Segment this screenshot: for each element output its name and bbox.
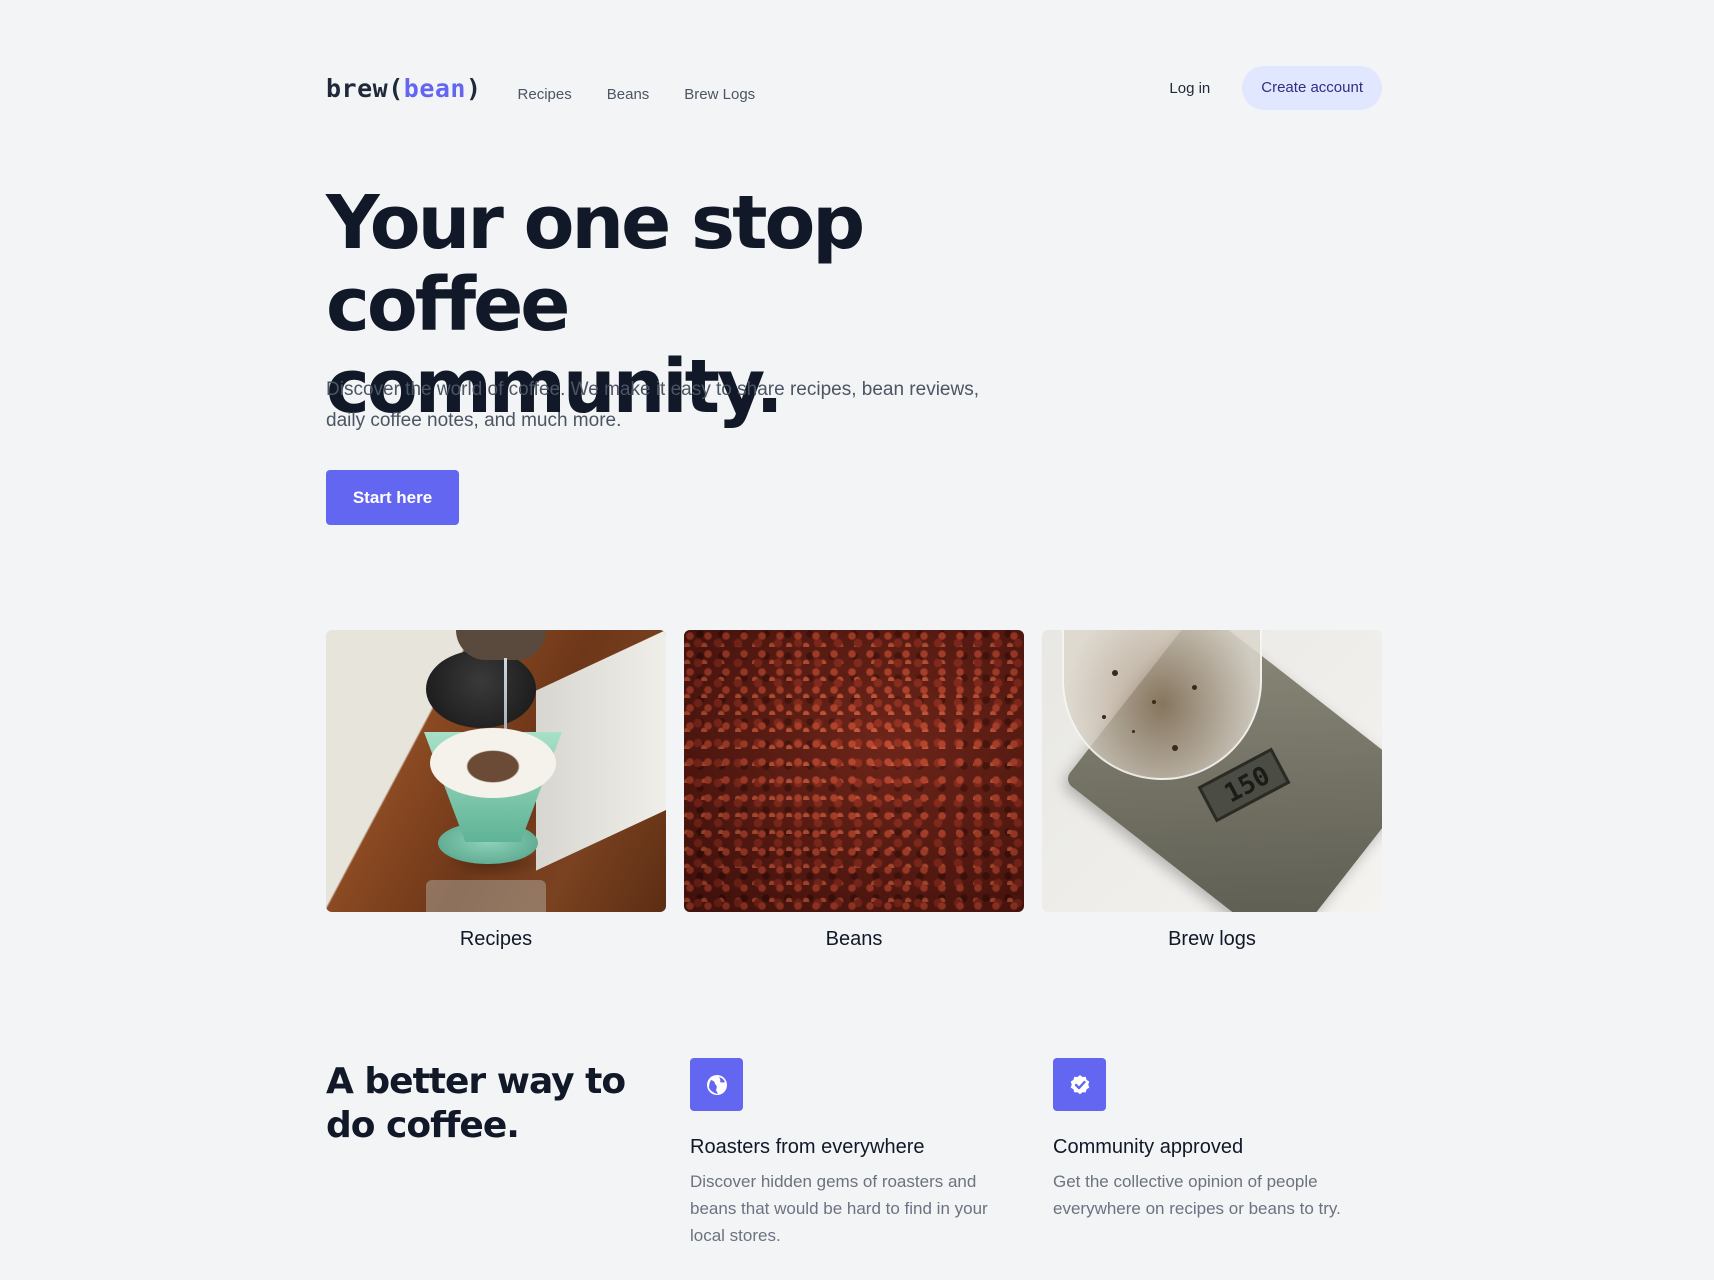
login-link[interactable]: Log in: [1169, 80, 1210, 97]
card-label-brew-logs: Brew logs: [1168, 928, 1256, 950]
category-cards: Recipes Beans 150 Brew logs: [326, 630, 1382, 951]
recipes-image: [326, 630, 666, 912]
nav-recipes[interactable]: Recipes: [518, 86, 572, 103]
logo-prefix: brew(: [326, 73, 404, 103]
start-here-button[interactable]: Start here: [326, 470, 459, 525]
card-brew-logs[interactable]: 150 Brew logs: [1042, 630, 1382, 951]
brew-logs-image: 150: [1042, 630, 1382, 912]
nav-brew-logs[interactable]: Brew Logs: [684, 86, 755, 103]
logo-suffix: ): [465, 73, 482, 103]
create-account-button[interactable]: Create account: [1242, 66, 1382, 110]
features-title: A better way to do coffee.: [326, 1060, 646, 1148]
feature-community: Community approved Get the collective op…: [1053, 1058, 1383, 1222]
logo[interactable]: brew(bean): [326, 74, 482, 103]
globe-icon: [690, 1058, 743, 1111]
card-label-recipes: Recipes: [459, 928, 533, 950]
feature-text: Discover hidden gems of roasters and bea…: [690, 1172, 988, 1245]
card-recipes[interactable]: Recipes: [326, 630, 666, 951]
logo-accent: bean: [403, 73, 466, 103]
hero-title-line-1: Your one stop coffee: [326, 180, 865, 348]
landing-page: brew(bean) Recipes Beans Brew Logs Log i…: [0, 0, 1714, 1280]
nav-beans[interactable]: Beans: [607, 86, 650, 103]
feature-heading: Roasters from everywhere: [690, 1136, 925, 1158]
features-title-line-1: A better way to: [326, 1061, 626, 1102]
main-nav: Recipes Beans Brew Logs: [518, 86, 756, 103]
site-header: brew(bean) Recipes Beans Brew Logs Log i…: [326, 66, 1382, 110]
features-title-line-2: do coffee.: [326, 1105, 520, 1146]
card-beans[interactable]: Beans: [684, 630, 1024, 951]
feature-heading: Community approved: [1053, 1136, 1244, 1158]
feature-text: Get the collective opinion of people eve…: [1053, 1172, 1341, 1218]
header-actions: Log in Create account: [1169, 66, 1382, 110]
card-label-beans: Beans: [825, 928, 883, 950]
beans-image: [684, 630, 1024, 912]
hero-description: Discover the world of coffee. We make it…: [326, 379, 979, 431]
feature-roasters: Roasters from everywhere Discover hidden…: [690, 1058, 1020, 1249]
badge-check-icon: [1053, 1058, 1106, 1111]
